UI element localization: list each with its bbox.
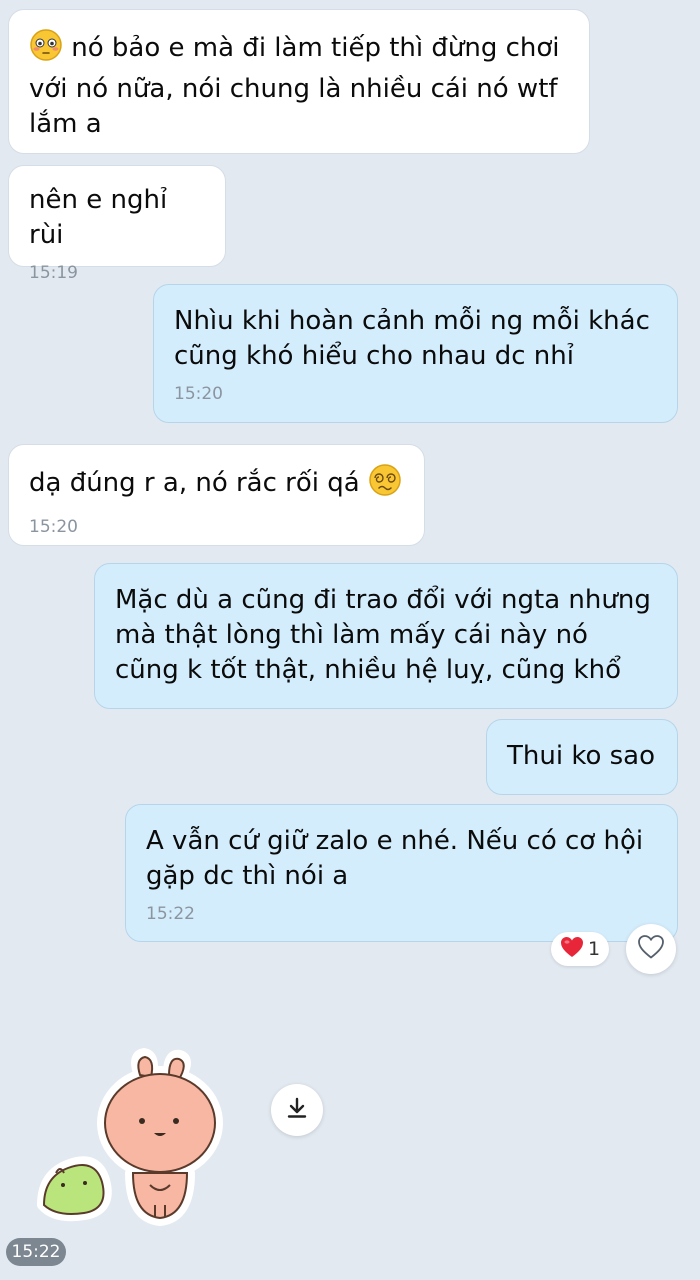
message-text: Nhìu khi hoàn cảnh mỗi ng mỗi khác cũng … [174,306,650,371]
bunny-and-snake-sticker-icon [37,1048,223,1226]
message-bubble-outgoing[interactable]: Mặc dù a cũng đi trao đổi với ngta nhưng… [94,563,678,709]
message-bubble-incoming[interactable]: dạ đúng r a, nó rắc rối qá 15:20 [8,444,425,546]
message-bubble-outgoing[interactable]: A vẫn cứ giữ zalo e nhé. Nếu có cơ hội g… [125,804,678,942]
message-bubble-outgoing[interactable]: Thui ko sao [486,719,678,795]
message-timestamp: 15:20 [174,384,223,404]
download-button[interactable] [271,1084,323,1136]
sticker-message[interactable] [30,1045,230,1235]
download-icon [285,1096,309,1124]
message-text: Thui ko sao [507,741,656,771]
reaction-summary[interactable]: 1 [551,932,609,966]
reaction-count: 1 [587,938,601,960]
message-text: dạ đúng r a, nó rắc rối qá [29,463,404,507]
message-timestamp: 15:19 [29,263,78,283]
sticker-timestamp: 15:22 [6,1238,66,1266]
red-heart-icon [560,936,584,963]
message-text: nó bảo e mà đi làm tiếp thì đừng chơi vớ… [29,28,569,142]
react-button[interactable] [626,924,676,974]
dizzy-face-emoji-icon [368,463,402,507]
message-text: Mặc dù a cũng đi trao đổi với ngta nhưng… [115,585,651,685]
message-text: nên e nghỉ rùi [29,185,168,250]
message-timestamp: 15:20 [29,517,78,537]
flushed-face-emoji-icon [29,28,63,72]
message-bubble-incoming[interactable]: nó bảo e mà đi làm tiếp thì đừng chơi vớ… [8,9,590,154]
heart-outline-icon [637,934,665,964]
message-bubble-outgoing[interactable]: Nhìu khi hoàn cảnh mỗi ng mỗi khác cũng … [153,284,678,423]
message-text: A vẫn cứ giữ zalo e nhé. Nếu có cơ hội g… [146,826,644,891]
message-bubble-incoming[interactable]: nên e nghỉ rùi 15:19 [8,165,226,283]
message-timestamp: 15:22 [146,904,195,924]
